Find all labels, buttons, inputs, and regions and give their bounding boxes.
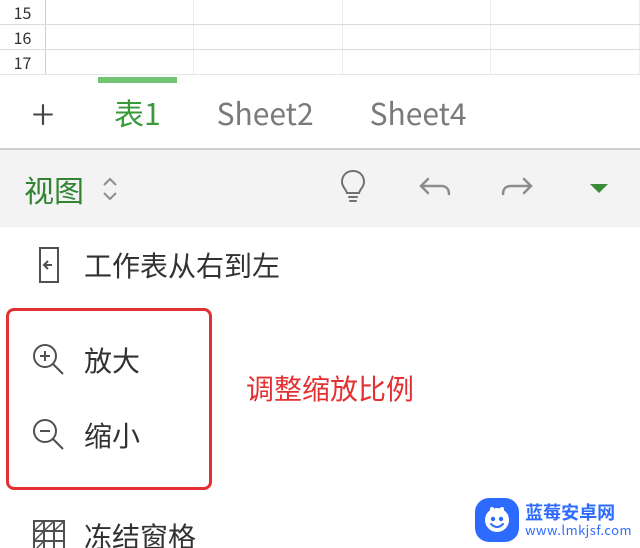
redo-icon — [499, 172, 535, 207]
lightbulb-icon — [338, 168, 368, 211]
option-label: 缩小 — [84, 415, 140, 455]
watermark-badge-icon — [475, 498, 519, 542]
redo-button[interactable] — [476, 150, 558, 228]
watermark-url: www.lmkjsf.com — [525, 523, 632, 537]
sheet-tab-表1[interactable]: 表1 — [86, 75, 189, 149]
sheet-tab-sheet2[interactable]: Sheet2 — [189, 75, 342, 149]
zoom-out-icon — [24, 415, 74, 455]
row-header-16[interactable]: 16 — [0, 25, 46, 49]
option-zoom-in[interactable]: 放大 — [0, 322, 640, 397]
spreadsheet-grid[interactable]: 15 16 17 — [0, 0, 640, 74]
option-zoom-out[interactable]: 缩小 — [0, 397, 640, 472]
sheet-tab-label: Sheet2 — [217, 90, 314, 134]
caret-down-icon — [588, 177, 610, 201]
sheet-tab-sheet4[interactable]: Sheet4 — [342, 75, 495, 149]
sheet-tab-label: 表1 — [114, 90, 161, 134]
sheet-tab-bar: + 表1 Sheet2 Sheet4 — [0, 74, 640, 149]
toolbar: 视图 — [0, 148, 640, 229]
lightbulb-button[interactable] — [312, 150, 394, 228]
chevron-up-down-icon — [98, 169, 122, 209]
freeze-panes-icon — [24, 516, 74, 548]
option-label: 放大 — [84, 340, 140, 380]
undo-icon — [417, 172, 453, 207]
option-label: 工作表从右到左 — [84, 245, 280, 285]
option-sheet-rtl[interactable]: 工作表从右到左 — [0, 227, 640, 302]
add-sheet-button[interactable]: + — [0, 75, 86, 149]
row-header-17[interactable]: 17 — [0, 50, 46, 74]
undo-button[interactable] — [394, 150, 476, 228]
sheet-tab-label: Sheet4 — [370, 90, 467, 134]
zoom-in-icon — [24, 340, 74, 380]
toolbar-label: 视图 — [24, 167, 84, 211]
option-label: 冻结窗格 — [84, 516, 196, 548]
screenshot-root: 15 16 17 + 表1 Sheet2 Sheet4 视图 — [0, 0, 640, 548]
toolbar-menu-button[interactable]: 视图 — [24, 167, 122, 211]
page-left-arrow-icon — [24, 245, 74, 285]
toolbar-more-button[interactable] — [558, 150, 640, 228]
row-header-15[interactable]: 15 — [0, 0, 46, 24]
watermark: 蓝莓安卓网 www.lmkjsf.com — [475, 498, 632, 542]
